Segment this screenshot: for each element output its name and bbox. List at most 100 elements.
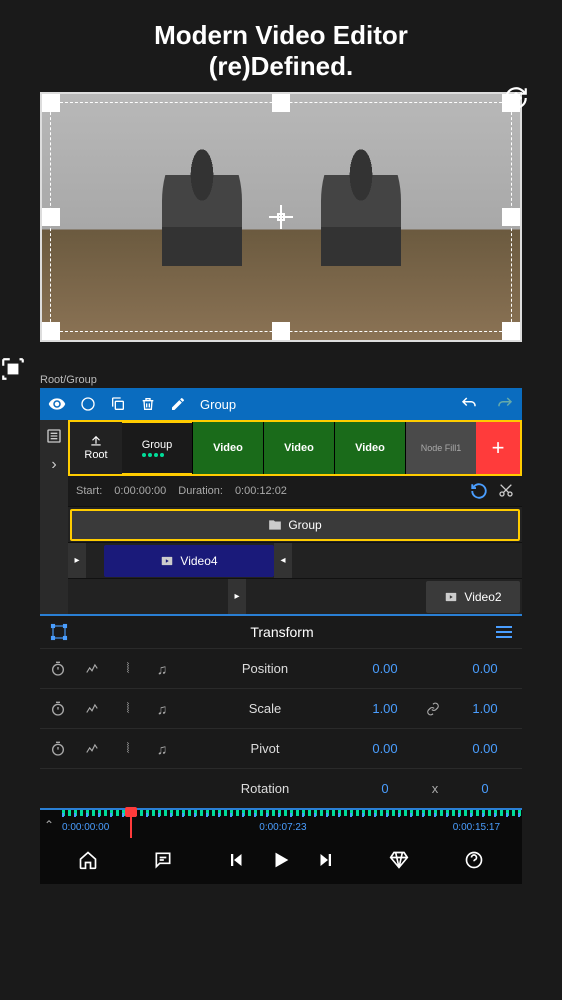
revert-icon[interactable] xyxy=(470,482,488,500)
resize-handle-ml[interactable] xyxy=(42,208,60,226)
music-icon[interactable]: ♫ xyxy=(152,701,172,717)
menu-icon[interactable] xyxy=(496,626,512,638)
track-toggle-left[interactable]: ▸ xyxy=(68,543,86,578)
scale-x[interactable]: 1.00 xyxy=(358,701,412,716)
comment-icon[interactable] xyxy=(153,850,173,870)
step-forward-icon[interactable] xyxy=(316,851,334,869)
cut-icon[interactable] xyxy=(498,482,514,500)
breadcrumb: Root/Group xyxy=(0,342,562,388)
visibility-toggle-icon[interactable] xyxy=(48,395,66,413)
help-icon[interactable] xyxy=(464,850,484,870)
selection-box[interactable] xyxy=(50,102,512,332)
music-icon[interactable]: ♫ xyxy=(152,661,172,677)
pivot-y[interactable]: 0.00 xyxy=(458,741,512,756)
stopwatch-icon[interactable] xyxy=(50,741,70,757)
diamond-icon[interactable] xyxy=(389,850,409,870)
layer-tabs: Root Group Video Video Video Node Fill1 … xyxy=(68,420,522,476)
resize-handle-tl[interactable] xyxy=(42,94,60,112)
transform-row-pivot: ⦚ ♫ Pivot 0.00 0.00 xyxy=(40,728,522,768)
duration-value[interactable]: 0:00:12:02 xyxy=(235,485,287,497)
bounding-box-icon[interactable] xyxy=(50,623,68,641)
promo-header: Modern Video Editor (re)Defined. xyxy=(0,0,562,92)
transform-title: Transform xyxy=(68,624,496,640)
tab-video-2[interactable]: Video xyxy=(334,422,405,474)
bottom-bar xyxy=(40,836,522,884)
ruler-t2: 0:00:07:23 xyxy=(259,822,306,833)
resize-handle-bc[interactable] xyxy=(272,322,290,340)
link-icon[interactable] xyxy=(426,702,444,716)
ruler-t1: 0:00:00:00 xyxy=(62,822,109,833)
graph-icon[interactable] xyxy=(84,742,104,756)
clip-video4[interactable]: Video4 xyxy=(104,545,274,577)
clip-video2[interactable]: Video2 xyxy=(426,581,520,613)
list-icon[interactable] xyxy=(46,428,62,444)
track-toggle-right[interactable]: ◂ xyxy=(274,543,292,578)
tab-nodefill[interactable]: Node Fill1 xyxy=(405,422,476,474)
tab-video-0[interactable]: Video xyxy=(192,422,263,474)
track-toggle-left2[interactable]: ▸ xyxy=(228,579,246,614)
wiggle-icon[interactable]: ⦚ xyxy=(118,700,138,717)
rotation-label: Rotation xyxy=(186,781,344,796)
transform-row-rotation: Rotation 0 x 0 xyxy=(40,768,522,808)
rotate-handle[interactable] xyxy=(503,85,529,111)
center-crosshair[interactable] xyxy=(269,205,293,229)
expand-icon[interactable]: › xyxy=(51,456,56,474)
music-icon[interactable]: ♫ xyxy=(152,741,172,757)
transform-header: Transform xyxy=(40,616,522,648)
clip-group-label: Group xyxy=(288,518,321,532)
stopwatch-icon[interactable] xyxy=(50,701,70,717)
resize-handle-br[interactable] xyxy=(502,322,520,340)
timeline-info: Start: 0:00:00:00 Duration: 0:00:12:02 xyxy=(68,476,522,506)
start-label: Start: xyxy=(76,485,102,497)
rotation-x[interactable]: 0 xyxy=(358,781,412,796)
position-label: Position xyxy=(186,661,344,676)
playhead[interactable] xyxy=(130,810,132,838)
toolbar-group-label: Group xyxy=(200,397,236,412)
resize-handle-tc[interactable] xyxy=(272,94,290,112)
header-line1: Modern Video Editor xyxy=(0,20,562,51)
position-x[interactable]: 0.00 xyxy=(358,661,412,676)
timeline-ruler[interactable]: ⌃ 0:00:00:00 0:00:07:23 0:00:15:17 xyxy=(40,808,522,836)
tab-video-1[interactable]: Video xyxy=(263,422,334,474)
duration-label: Duration: xyxy=(178,485,223,497)
ruler-t3: 0:00:15:17 xyxy=(453,822,500,833)
tab-group[interactable]: Group xyxy=(122,422,192,474)
pivot-x[interactable]: 0.00 xyxy=(358,741,412,756)
tab-root[interactable]: Root xyxy=(70,422,122,474)
step-back-icon[interactable] xyxy=(228,851,246,869)
rotation-y[interactable]: 0 xyxy=(458,781,512,796)
transform-panel: Transform ⦚ ♫ Position 0.00 0.00 ⦚ ♫ Sca… xyxy=(40,614,522,808)
layers-sidebar: › xyxy=(40,420,68,614)
video-preview[interactable] xyxy=(40,92,522,342)
graph-icon[interactable] xyxy=(84,702,104,716)
header-line2: (re)Defined. xyxy=(0,51,562,82)
wiggle-icon[interactable]: ⦚ xyxy=(118,660,138,677)
resize-handle-bl[interactable] xyxy=(42,322,60,340)
start-value[interactable]: 0:00:00:00 xyxy=(114,485,166,497)
crop-corner-icon[interactable] xyxy=(0,356,26,382)
tab-group-label: Group xyxy=(142,439,173,451)
ruler-labels: 0:00:00:00 0:00:07:23 0:00:15:17 xyxy=(40,822,522,833)
edit-icon[interactable] xyxy=(170,396,186,412)
transform-row-scale: ⦚ ♫ Scale 1.00 1.00 xyxy=(40,688,522,728)
tab-root-label: Root xyxy=(84,449,107,461)
graph-icon[interactable] xyxy=(84,662,104,676)
redo-icon[interactable] xyxy=(496,395,514,413)
resize-handle-mr[interactable] xyxy=(502,208,520,226)
track-group: Group xyxy=(68,506,522,542)
delete-icon[interactable] xyxy=(140,396,156,412)
stopwatch-icon[interactable] xyxy=(50,661,70,677)
play-icon[interactable] xyxy=(270,849,292,871)
layer-toolbar: Group xyxy=(40,388,522,420)
undo-icon[interactable] xyxy=(460,395,478,413)
position-y[interactable]: 0.00 xyxy=(458,661,512,676)
scale-y[interactable]: 1.00 xyxy=(458,701,512,716)
pivot-label: Pivot xyxy=(186,741,344,756)
copy-icon[interactable] xyxy=(110,396,126,412)
circle-icon[interactable] xyxy=(80,396,96,412)
add-layer-button[interactable]: + xyxy=(476,422,520,474)
timeline-tracks: Group ▸ Video4 ◂ ▸ Video2 xyxy=(68,506,522,614)
home-icon[interactable] xyxy=(78,850,98,870)
wiggle-icon[interactable]: ⦚ xyxy=(118,740,138,757)
clip-group[interactable]: Group xyxy=(70,509,520,541)
